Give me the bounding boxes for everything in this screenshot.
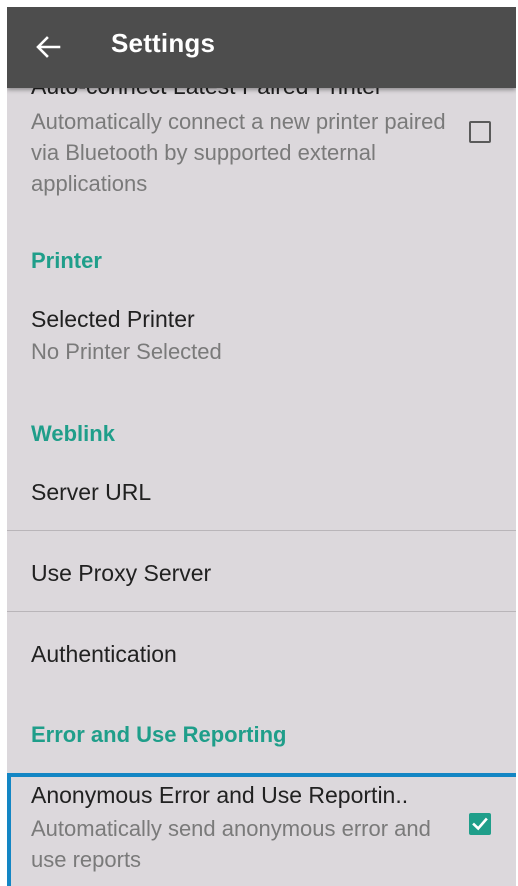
checkmark-icon (472, 817, 488, 831)
divider (7, 611, 516, 612)
server-url-title: Server URL (31, 479, 152, 505)
use-proxy-title: Use Proxy Server (31, 560, 212, 586)
selected-printer-title: Selected Printer (31, 306, 195, 332)
authentication-title: Authentication (31, 641, 177, 667)
settings-screen: Auto-connect Latest Paired Printer Autom… (7, 7, 516, 886)
section-header-reporting: Error and Use Reporting (31, 722, 287, 747)
anonymous-reporting-summary: Automatically send anonymous error and u… (31, 816, 431, 872)
selected-printer-summary: No Printer Selected (31, 339, 222, 364)
anonymous-reporting-title: Anonymous Error and Use Reportin.. (31, 782, 409, 808)
section-header-weblink: Weblink (31, 421, 115, 446)
page-title: Settings (111, 28, 216, 58)
auto-connect-summary: Automatically connect a new printer pair… (31, 109, 446, 196)
auto-connect-checkbox[interactable] (469, 121, 491, 143)
divider (7, 530, 516, 531)
settings-list[interactable]: Auto-connect Latest Paired Printer Autom… (7, 7, 516, 886)
anonymous-reporting-checkbox[interactable] (469, 813, 491, 835)
app-bar: Settings (7, 7, 516, 88)
back-arrow-icon[interactable] (33, 32, 63, 62)
section-header-printer: Printer (31, 248, 102, 273)
